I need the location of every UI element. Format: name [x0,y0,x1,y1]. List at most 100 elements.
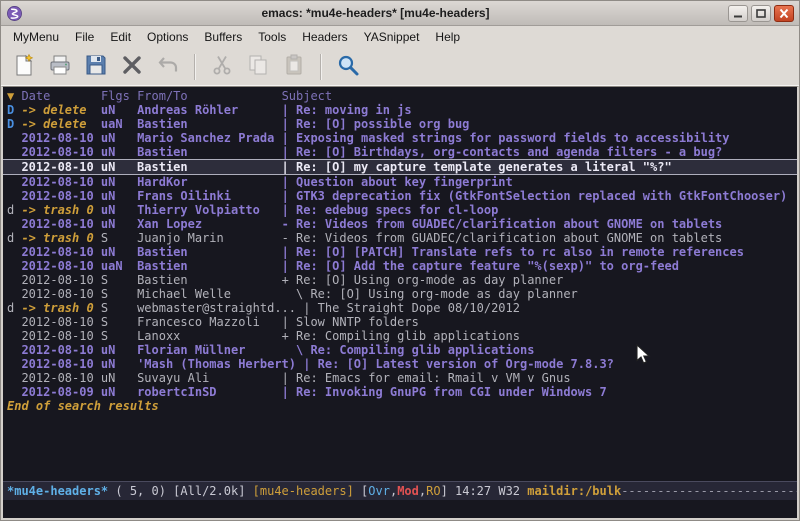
text-segment [7,131,21,145]
text-segment: robertcInSD [137,385,282,399]
toolbar-separator [320,54,322,80]
text-segment: 2012-08-10 [21,329,93,343]
message-row[interactable]: 2012-08-10 S Michael Welle \ Re: [O] Usi… [3,287,797,301]
menu-tools[interactable]: Tools [250,27,294,47]
text-segment: - Re: Videos from GUADEC/clarification a… [282,231,723,245]
text-segment: Bastien [137,245,282,259]
text-segment: ( 5, 0) [All/2.0k] [108,484,253,498]
text-segment: 2012-08-10 [21,175,93,189]
text-segment: Ovr [368,484,390,498]
save-button[interactable] [81,52,111,82]
echo-area[interactable] [3,500,797,518]
menu-buffers[interactable]: Buffers [196,27,250,47]
maximize-icon [755,8,767,19]
message-row[interactable]: 2012-08-10 S Francesco Mazzoli | Slow NN… [3,315,797,329]
maximize-button[interactable] [751,5,771,22]
text-segment: Juanjo Marin [137,231,282,245]
close-icon [778,8,790,19]
text-segment: S [94,301,137,315]
text-segment: | Re: Invoking GnuPG from CGI under Wind… [282,385,607,399]
message-row[interactable]: 2012-08-10 uN Florian Müllner \ Re: Comp… [3,343,797,357]
message-row[interactable]: 2012-08-10 uN Suvayu Ali | Re: Emacs for… [3,371,797,385]
headers-column-header[interactable]: ▼ Date Flgs From/To Subject [3,89,797,103]
text-segment: Michael Welle [137,287,282,301]
message-row[interactable]: 2012-08-10 uN Frans Oilinki | GTK3 depre… [3,189,797,203]
menu-mymenu[interactable]: MyMenu [5,27,67,47]
menu-yasnippet[interactable]: YASnippet [356,27,428,47]
text-segment: | Exposing masked strings for password f… [282,131,730,145]
emacs-window: emacs: *mu4e-headers* [mu4e-headers] MyM… [0,0,800,521]
text-segment: d [7,231,21,245]
text-segment: Bastien [137,145,282,159]
copy-button [243,52,273,82]
text-segment [7,259,21,273]
text-segment: Bastien [137,117,282,131]
text-segment: [ [354,484,368,498]
menu-options[interactable]: Options [139,27,196,47]
print-button[interactable] [45,52,75,82]
text-segment [7,273,21,287]
message-row[interactable]: d -> trash 0 S Juanjo Marin - Re: Videos… [3,231,797,245]
text-segment: D [7,103,21,117]
frame: ▼ Date Flgs From/To Subject D -> delete … [1,86,799,520]
text-segment: uaN [94,259,137,273]
message-row[interactable]: d -> trash 0 uN Thierry Volpiatto | Re: … [3,203,797,217]
text-segment: uN [94,203,137,217]
text-segment: uN [94,385,137,399]
menu-help[interactable]: Help [427,27,468,47]
text-segment: 2012-08-10 uN Bastien | Re: [O] my captu… [7,160,672,174]
text-segment: Mario Sanchez Prada [137,131,282,145]
text-segment: | Re: [O] [PATCH] Translate refs to rc a… [282,245,744,259]
text-segment: Frans Oilinki [137,189,282,203]
text-segment: Mod [397,484,419,498]
text-segment: ] 14:27 W32 [441,484,528,498]
text-segment: S [94,273,137,287]
message-row-current[interactable]: 2012-08-10 uN Bastien | Re: [O] my captu… [3,159,797,175]
text-segment: maildir:/bulk [527,484,621,498]
minimize-button[interactable] [728,5,748,22]
message-row[interactable]: 2012-08-10 uaN Bastien | Re: [O] Add the… [3,259,797,273]
titlebar[interactable]: emacs: *mu4e-headers* [mu4e-headers] [1,1,799,26]
undo-icon [156,53,180,81]
message-row[interactable]: 2012-08-10 uN Xan Lopez - Re: Videos fro… [3,217,797,231]
mode-line: *mu4e-headers* ( 5, 0) [All/2.0k] [mu4e-… [3,481,797,500]
menu-file[interactable]: File [67,27,102,47]
message-row[interactable]: d -> trash 0 S webmaster@straightd... | … [3,301,797,315]
window-title: emacs: *mu4e-headers* [mu4e-headers] [27,6,724,20]
text-segment: Francesco Mazzoli [137,315,282,329]
message-row[interactable]: 2012-08-10 S Lanoxx + Re: Compiling glib… [3,329,797,343]
text-segment [7,245,21,259]
text-segment: 2012-08-10 [21,343,93,357]
text-segment: Subject [282,89,333,103]
text-segment: 2012-08-10 [21,131,93,145]
menu-edit[interactable]: Edit [102,27,139,47]
close-buffer-button[interactable] [117,52,147,82]
new-file-icon [12,53,36,81]
text-segment: 2012-08-10 [21,189,93,203]
menu-headers[interactable]: Headers [294,27,355,47]
message-row[interactable]: 2012-08-10 uN Mario Sanchez Prada | Expo… [3,131,797,145]
close-button[interactable] [774,5,794,22]
text-segment: | GTK3 deprecation fix (GtkFontSelection… [282,189,788,203]
message-row[interactable]: 2012-08-10 S Bastien + Re: [O] Using org… [3,273,797,287]
message-row[interactable]: 2012-08-10 uN 'Mash (Thomas Herbert) | R… [3,357,797,371]
message-row[interactable]: 2012-08-09 uN robertcInSD | Re: Invoking… [3,385,797,399]
text-segment: 2012-08-10 [21,315,93,329]
text-segment: Suvayu Ali [137,371,282,385]
message-row[interactable]: 2012-08-10 uN Bastien | Re: [O] Birthday… [3,145,797,159]
message-row[interactable]: 2012-08-10 uN Bastien | Re: [O] [PATCH] … [3,245,797,259]
mu4e-headers-buffer: ▼ Date Flgs From/To Subject D -> delete … [3,87,797,481]
message-row[interactable]: D -> delete uaN Bastien | Re: [O] possib… [3,117,797,131]
undo-button [153,52,183,82]
message-row[interactable]: D -> delete uN Andreas Röhler | Re: movi… [3,103,797,117]
text-segment: | Re: edebug specs for cl-loop [282,203,499,217]
text-segment: | Re: moving in js [282,103,412,117]
text-segment: Xan Lopez [137,217,282,231]
new-file-button[interactable] [9,52,39,82]
text-segment: , [419,484,426,498]
text-segment: HardKor [137,175,282,189]
search-button[interactable] [333,52,363,82]
text-segment: webmaster@straightd... [137,301,303,315]
menu-bar: MyMenuFileEditOptionsBuffersToolsHeaders… [1,26,799,48]
message-row[interactable]: 2012-08-10 uN HardKor | Question about k… [3,175,797,189]
